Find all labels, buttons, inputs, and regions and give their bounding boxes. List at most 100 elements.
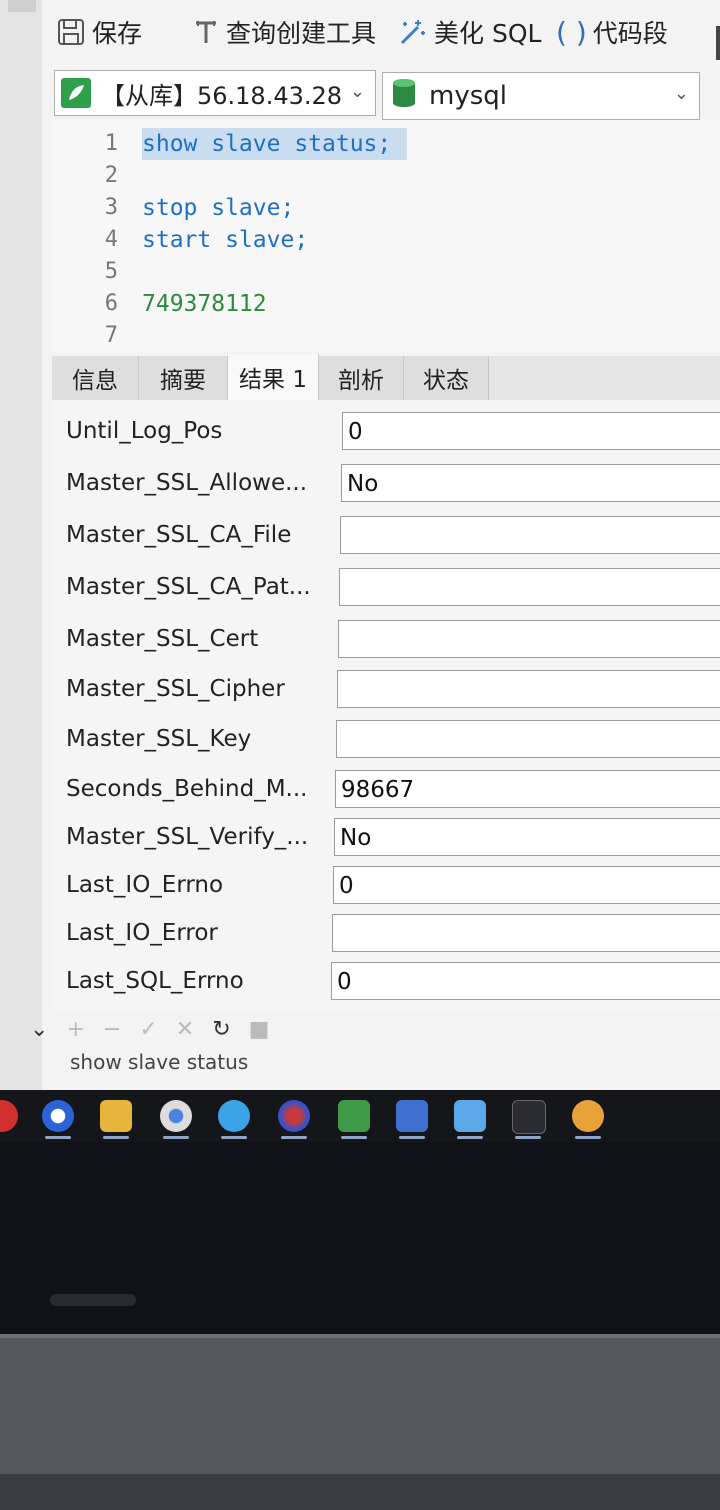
form-row: Last_IO_Errno 0 (52, 862, 720, 910)
field-value[interactable] (337, 670, 720, 708)
field-label: Master_SSL_CA_Pat... (66, 574, 311, 600)
globe-icon[interactable] (278, 1100, 310, 1132)
field-label: Master_SSL_Key (66, 726, 252, 752)
line-number: 1 (104, 131, 118, 156)
line-number: 2 (104, 163, 118, 188)
field-label: Master_SSL_Cert (66, 626, 259, 652)
field-value[interactable]: 0 (333, 866, 720, 904)
refresh-icon[interactable]: ↻ (212, 1017, 230, 1042)
browser-icon[interactable] (42, 1100, 74, 1132)
tab-profile[interactable]: 剖析 (319, 356, 404, 400)
line-number: 5 (104, 259, 118, 284)
connection-select[interactable]: 【从库】56.18.43.28 ⌄ (54, 70, 376, 116)
field-label: Seconds_Behind_M... (66, 776, 308, 802)
minus-icon[interactable]: − (103, 1017, 121, 1042)
save-label: 保存 (92, 19, 143, 48)
navicat-icon[interactable] (572, 1100, 604, 1132)
form-row: Master_SSL_Verify_... No (52, 814, 720, 862)
form-row: Master_SSL_Allowe... No (52, 460, 720, 508)
braces-icon: ( ) (556, 15, 587, 49)
database-icon (391, 77, 417, 116)
save-button[interactable]: 保存 (56, 14, 142, 50)
result-form-view: Until_Log_Pos 0 Master_SSL_Allowe... No … (52, 400, 720, 1012)
field-value[interactable]: 0 (342, 412, 720, 450)
status-bar-text: show slave status (70, 1050, 249, 1074)
laptop-chassis (0, 1334, 720, 1510)
code-snippet-label: 代码段 (592, 19, 668, 48)
app-icon[interactable] (218, 1100, 250, 1132)
query-builder-label: 查询创建工具 (226, 19, 377, 48)
field-label: Last_SQL_Errno (66, 968, 244, 994)
form-row: Master_SSL_CA_Pat... (52, 564, 720, 612)
network-icon[interactable] (396, 1100, 428, 1132)
magic-wand-icon (396, 17, 428, 47)
code-text: 749378112 (142, 291, 267, 317)
line-number: 3 (104, 195, 118, 220)
chevron-down-icon: ⌄ (673, 83, 689, 104)
connection-name: 【从库】56.18.43.28 (101, 81, 343, 110)
mysql-connection-icon (61, 78, 91, 108)
chevron-down-icon: ⌄ (349, 81, 365, 102)
editor-line: 3 stop slave; (52, 192, 720, 224)
form-row: Last_SQL_Errno 0 (52, 958, 720, 1006)
terminal-icon[interactable] (512, 1100, 546, 1134)
editor-line: 4 start slave; (52, 224, 720, 256)
field-label: Master_SSL_Verify_... (66, 824, 309, 850)
taskbar (0, 1090, 720, 1142)
desktop-icon[interactable] (454, 1100, 486, 1132)
code-text: start slave; (142, 227, 309, 253)
field-value[interactable] (336, 720, 720, 758)
field-value[interactable]: 98667 (335, 770, 720, 808)
line-number: 6 (104, 291, 118, 316)
side-panel-edge (0, 0, 42, 1090)
query-builder-icon (192, 17, 220, 47)
query-builder-button[interactable]: 查询创建工具 (192, 14, 376, 50)
file-explorer-icon[interactable] (100, 1100, 132, 1132)
field-label: Master_SSL_Cipher (66, 676, 285, 702)
red-app-icon[interactable] (0, 1100, 18, 1132)
form-row: Master_SSL_Key (52, 716, 720, 764)
chrome-icon[interactable] (160, 1100, 192, 1132)
tab-status[interactable]: 状态 (404, 356, 489, 400)
plus-icon[interactable]: + (66, 1017, 84, 1042)
editor-line: 5 (52, 256, 720, 288)
field-value[interactable] (338, 620, 720, 658)
editor-line: 6 749378112 (52, 288, 720, 320)
beautify-sql-button[interactable]: 美化 SQL (396, 14, 541, 50)
database-name: mysql (429, 81, 507, 111)
form-row: Master_SSL_Cert (52, 616, 720, 664)
form-row: Last_IO_Error (52, 910, 720, 958)
editor-line: 7 (52, 320, 720, 352)
editor-line: 2 (52, 160, 720, 192)
form-row: Master_SSL_Cipher (52, 666, 720, 714)
form-row: Master_SSL_CA_File (52, 512, 720, 560)
tab-summary[interactable]: 摘要 (139, 356, 228, 400)
form-row: Seconds_Behind_M... 98667 (52, 766, 720, 814)
beautify-sql-label: 美化 SQL (434, 19, 542, 48)
x-icon[interactable]: ✕ (176, 1017, 194, 1042)
field-label: Master_SSL_CA_File (66, 522, 292, 548)
tab-result-1[interactable]: 结果 1 (228, 354, 319, 400)
sql-editor[interactable]: 1 show slave status; 2 3 stop slave; 4 s… (52, 120, 720, 352)
navicat-window: 保存 查询创建工具 美化 SQL ( ) 代码段 【从库】56.18.43.28… (0, 0, 720, 1090)
check-icon[interactable]: ✓ (139, 1017, 157, 1042)
field-label: Master_SSL_Allowe... (66, 470, 308, 496)
field-value[interactable] (340, 516, 720, 554)
connection-row: 【从库】56.18.43.28 ⌄ mysql ⌄ (54, 68, 704, 120)
record-toolbar: ⌄ + − ✓ ✕ ↻ ■ (30, 1014, 720, 1044)
field-value[interactable]: 0 (331, 962, 720, 1000)
field-value[interactable]: No (334, 818, 720, 856)
save-icon (56, 17, 86, 47)
field-label: Last_IO_Errno (66, 872, 224, 898)
folder-app-icon[interactable] (338, 1100, 370, 1132)
chevron-down-icon[interactable]: ⌄ (30, 1017, 48, 1042)
tab-info[interactable]: 信息 (52, 356, 139, 400)
code-snippet-button[interactable]: ( ) 代码段 (556, 14, 668, 50)
field-value[interactable] (339, 568, 720, 606)
field-value[interactable]: No (341, 464, 720, 502)
stop-icon[interactable]: ■ (249, 1017, 270, 1042)
database-select[interactable]: mysql ⌄ (382, 72, 700, 120)
line-number: 4 (104, 227, 118, 252)
field-value[interactable] (332, 914, 720, 952)
code-text: show slave status; (142, 128, 408, 160)
